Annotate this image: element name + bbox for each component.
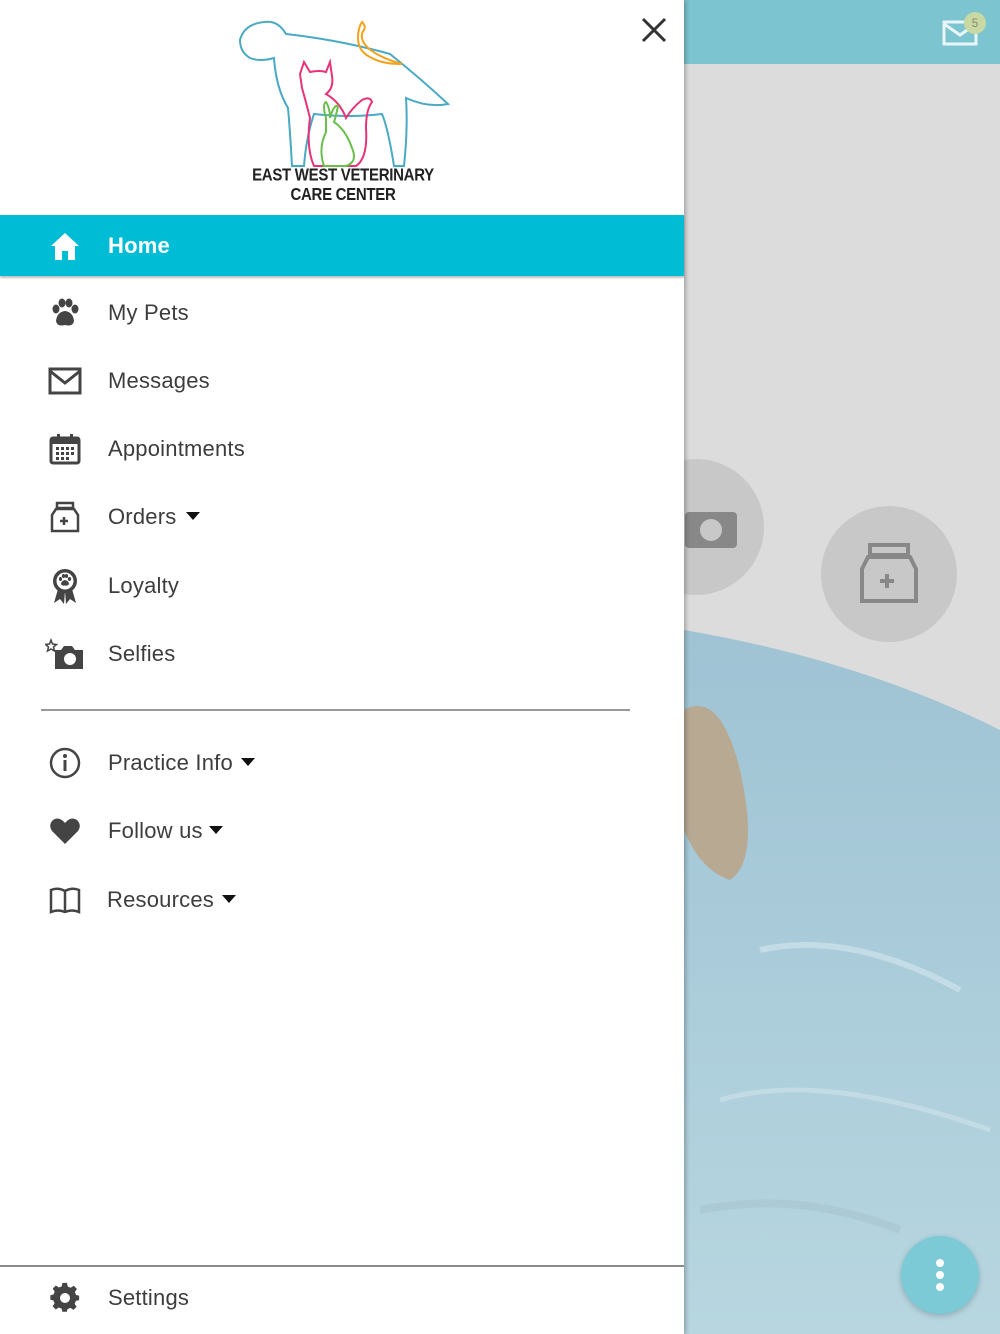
follow-us-label-text: Follow us [108, 818, 203, 843]
practice-logo-text: EAST WEST VETERINARY CARE CENTER [252, 165, 434, 205]
menu-item-messages[interactable]: Messages [0, 350, 684, 412]
chevron-down-icon [186, 512, 201, 521]
home-icon [44, 225, 86, 267]
menu-item-home[interactable]: Home [0, 215, 684, 276]
menu-item-label: Practice Info [108, 750, 255, 776]
close-drawer-button[interactable] [634, 10, 674, 50]
menu-item-selfies[interactable]: Selfies [0, 623, 684, 685]
camera-sparkle-icon [44, 633, 86, 675]
menu-item-practice-info[interactable]: Practice Info [0, 732, 684, 794]
award-ribbon-icon [44, 565, 86, 607]
menu-item-label: Home [108, 232, 170, 258]
navigation-drawer: EAST WEST VETERINARY CARE CENTER Home My… [0, 0, 684, 1334]
menu-item-label: Resources [107, 887, 236, 913]
menu-item-label: Orders [108, 504, 201, 530]
info-icon [44, 742, 86, 784]
mail-badge: 5 [964, 12, 986, 34]
close-icon [641, 17, 667, 43]
paw-icon [44, 292, 86, 334]
book-icon [44, 879, 86, 921]
menu-item-resources[interactable]: Resources [0, 869, 684, 931]
menu-item-label: Appointments [108, 436, 245, 461]
menu-divider [41, 709, 630, 711]
orders-shortcut-circle[interactable] [821, 506, 957, 642]
resources-label-text: Resources [107, 887, 214, 912]
more-options-fab[interactable] [901, 1236, 979, 1314]
medicine-bag-icon [44, 496, 86, 538]
chevron-down-icon [240, 758, 255, 767]
menu-item-my-pets[interactable]: My Pets [0, 282, 684, 344]
chevron-down-icon [208, 826, 223, 835]
gear-icon [44, 1277, 86, 1319]
chevron-down-icon [221, 895, 236, 904]
menu-item-orders[interactable]: Orders [0, 486, 684, 548]
menu-item-label: Settings [108, 1285, 190, 1310]
menu-item-label: Messages [108, 368, 210, 393]
practice-info-label-text: Practice Info [108, 750, 233, 775]
menu-item-label: My Pets [108, 300, 189, 325]
menu-item-settings[interactable]: Settings [0, 1267, 684, 1329]
calendar-icon [44, 428, 86, 470]
menu-item-label: Follow us [108, 818, 223, 844]
orders-label-text: Orders [108, 504, 177, 529]
menu-item-appointments[interactable]: Appointments [0, 418, 684, 480]
menu-item-label: Selfies [108, 641, 176, 666]
envelope-icon [44, 360, 86, 402]
menu-item-follow-us[interactable]: Follow us [0, 800, 684, 862]
menu-item-loyalty[interactable]: Loyalty [0, 555, 684, 617]
heart-icon [44, 810, 86, 852]
menu-item-label: Loyalty [108, 573, 180, 598]
